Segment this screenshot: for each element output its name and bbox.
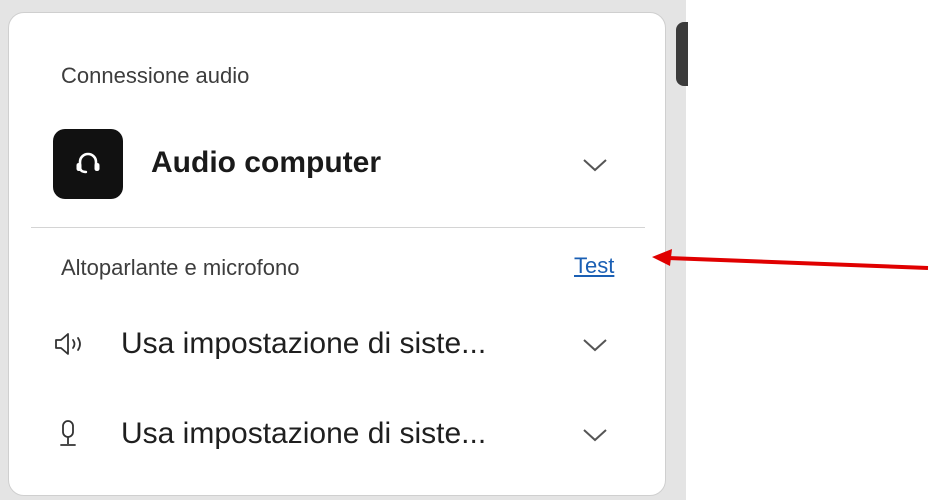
background-window-edge bbox=[676, 22, 688, 86]
test-audio-link[interactable]: Test bbox=[574, 253, 614, 279]
microphone-icon bbox=[53, 419, 87, 449]
headset-icon bbox=[53, 129, 123, 199]
chevron-down-icon[interactable] bbox=[581, 421, 609, 449]
speaker-icon bbox=[53, 329, 87, 359]
section-divider bbox=[31, 227, 645, 228]
speaker-device-value: Usa impostazione di siste... bbox=[121, 327, 487, 360]
devices-section-label: Altoparlante e microfono bbox=[61, 255, 300, 280]
audio-settings-panel: Connessione audio Audio computer Altopar… bbox=[8, 12, 666, 496]
annotation-arrow bbox=[652, 249, 929, 270]
chevron-down-icon[interactable] bbox=[581, 151, 609, 179]
audio-option-title: Audio computer bbox=[151, 146, 381, 179]
speaker-selector[interactable]: Usa impostazione di siste... bbox=[53, 323, 633, 367]
chevron-down-icon[interactable] bbox=[581, 331, 609, 359]
microphone-device-value: Usa impostazione di siste... bbox=[121, 417, 487, 450]
microphone-selector[interactable]: Usa impostazione di siste... bbox=[53, 413, 633, 457]
audio-connection-selector[interactable]: Audio computer bbox=[53, 129, 633, 201]
connection-section-label: Connessione audio bbox=[61, 63, 250, 88]
